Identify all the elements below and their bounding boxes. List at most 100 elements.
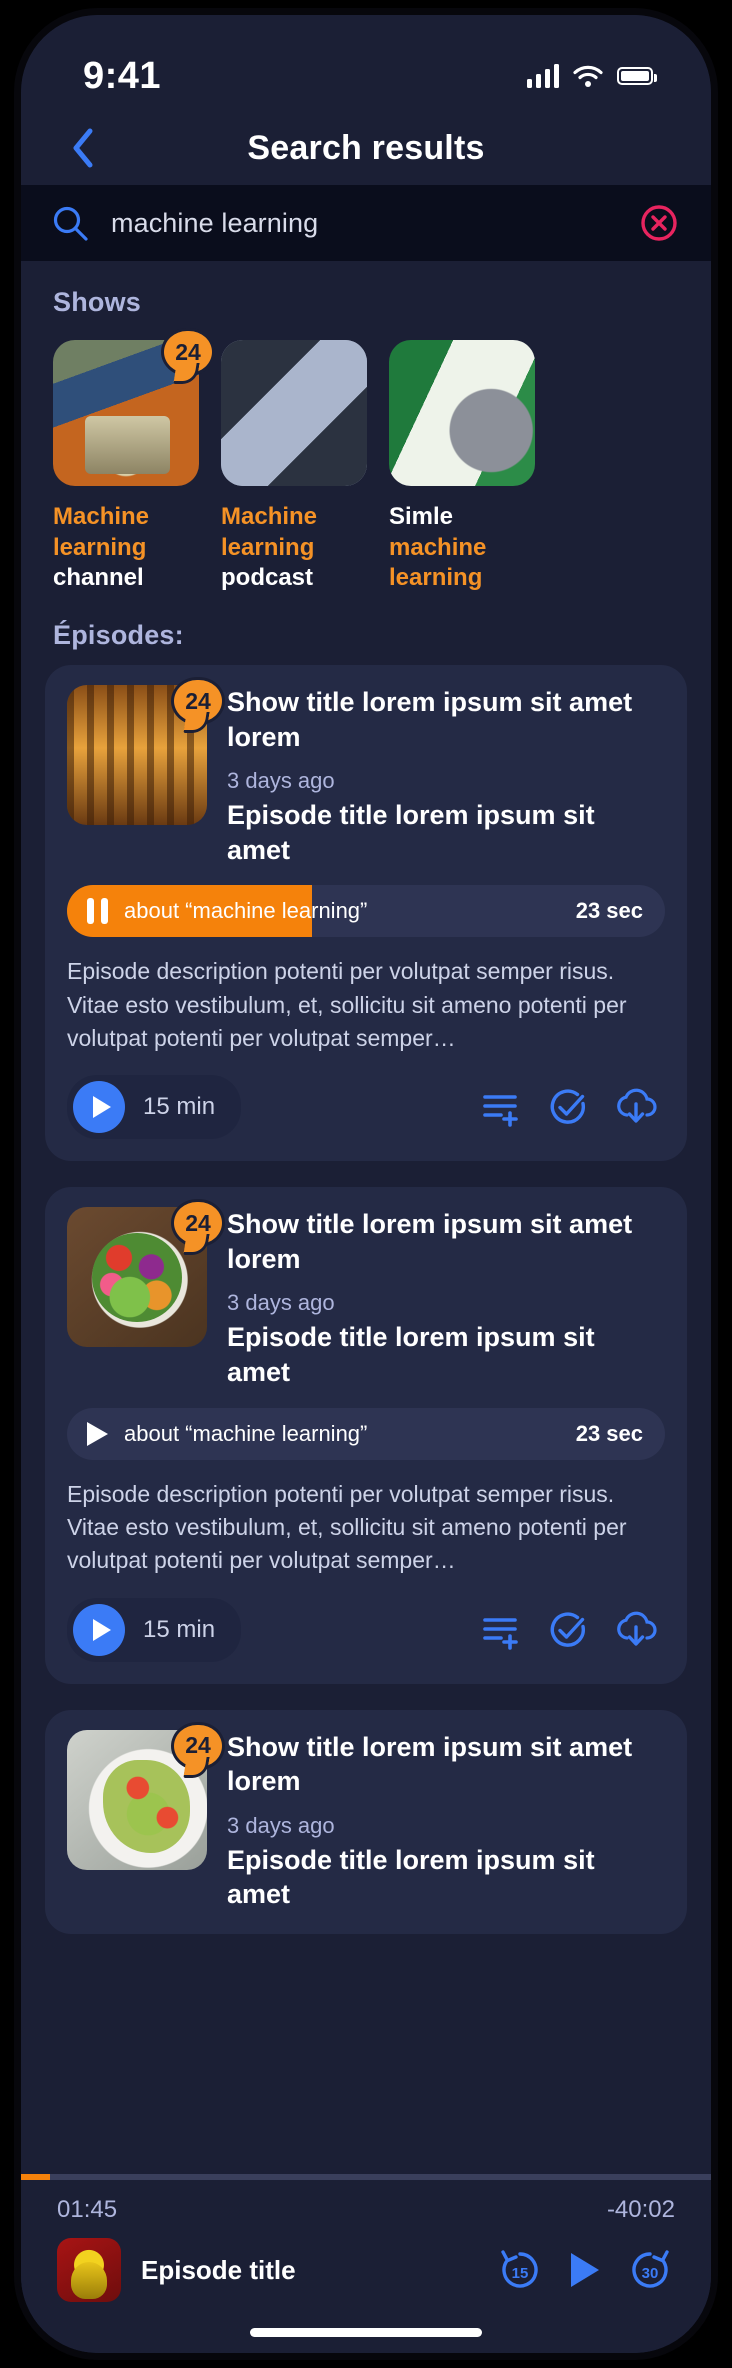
clip-progress-bar[interactable]: about “machine learning” 23 sec [67,885,665,938]
show-artwork [221,340,367,486]
play-icon[interactable] [87,1421,108,1446]
artwork-image [389,340,535,486]
clear-circle-icon[interactable] [639,203,679,243]
player-elapsed: 01:45 [57,2196,118,2223]
show-title-rest: podcast [221,564,314,592]
show-card[interactable]: Simle machine learning [389,340,535,594]
episode-actions: 15 min [67,1075,665,1140]
clip-content: about “machine learning” 23 sec [67,898,665,925]
show-card[interactable]: Machine learning podcast [221,340,367,594]
status-clock: 9:41 [83,54,162,97]
episode-count-badge: 24 [161,328,215,376]
show-title: Simle machine learning [389,502,535,594]
badge-count: 24 [185,1209,211,1236]
play-icon [73,1603,125,1656]
episode-action-icons [479,1086,665,1128]
episode-date: 3 days ago [227,1290,335,1316]
search-input[interactable]: machine learning [111,208,617,239]
episode-card[interactable]: 24 Show title lorem ipsum sit amet lorem… [45,1709,687,1934]
show-title: Machine learning channel [53,502,199,594]
mark-as-played-icon[interactable] [547,1086,589,1128]
episode-title: Episode title lorem ipsum sit amet [227,800,595,865]
show-artwork [389,340,535,486]
clip-content: about “machine learning” 23 sec [67,1421,665,1447]
episode-header: 24 Show title lorem ipsum sit amet lorem… [67,1199,665,1389]
episode-header: 24 Show title lorem ipsum sit amet lorem… [67,1721,665,1912]
add-to-queue-icon[interactable] [479,1609,521,1651]
episode-header: 24 Show title lorem ipsum sit amet lorem… [67,677,665,867]
player-episode-title: Episode title [141,2254,296,2285]
play-duration: 15 min [143,1093,216,1121]
player-controls-row: Episode title 15 30 [21,2224,711,2302]
rewind-15-icon[interactable]: 15 [495,2245,545,2295]
forward-seconds-label: 30 [642,2265,659,2282]
play-button[interactable]: 15 min [67,1075,242,1140]
show-title-highlight: Machine learning [221,503,318,561]
player-times: 01:45 -40:02 [21,2180,711,2224]
results-scroll-area[interactable]: Shows 24 Machine learning channel Machin… [21,261,711,2190]
player-progress-track[interactable] [21,2174,711,2180]
episode-card[interactable]: 24 Show title lorem ipsum sit amet lorem… [45,1187,687,1684]
search-bar[interactable]: machine learning [21,185,711,261]
episode-count-badge: 24 [171,1199,225,1248]
show-title-highlight: machine learning [389,533,487,592]
forward-30-icon[interactable]: 30 [625,2245,675,2295]
episode-meta: Show title lorem ipsum sit amet lorem 3 … [227,685,665,867]
episode-action-icons [479,1609,665,1651]
badge-count: 24 [185,687,211,714]
mini-player[interactable]: 01:45 -40:02 Episode title 15 30 [21,2174,711,2353]
wifi-icon [573,65,603,87]
badge-count: 24 [175,338,201,365]
badge-count: 24 [185,1732,211,1759]
player-remaining: -40:02 [606,2196,675,2223]
artwork-image [57,2238,121,2302]
episode-actions: 15 min [67,1597,665,1662]
episode-count-badge: 24 [171,1721,225,1770]
player-play-button[interactable] [571,2253,599,2287]
player-transport-controls: 15 30 [495,2245,675,2295]
clip-label: about “machine learning” [124,1420,368,1446]
cellular-signal-icon [527,64,559,88]
episode-artwork-wrapper: 24 [67,1199,225,1389]
show-card[interactable]: 24 Machine learning channel [53,328,215,594]
show-title-rest: channel [53,564,144,592]
episode-date: 3 days ago [227,1812,335,1838]
episode-count-badge: 24 [171,677,225,726]
shows-section-label: Shows [53,287,142,317]
download-icon[interactable] [615,1609,657,1651]
mark-as-played-icon[interactable] [547,1609,589,1651]
battery-icon [617,67,657,85]
clip-label: about “machine learning” [124,898,368,924]
play-button[interactable]: 15 min [67,1597,242,1662]
episode-artwork-wrapper: 24 [67,1721,225,1912]
episode-meta: Show title lorem ipsum sit amet lorem 3 … [227,1730,665,1912]
pause-icon[interactable] [87,898,108,925]
episode-description: Episode description potenti per volutpat… [67,958,627,1052]
download-icon[interactable] [615,1086,657,1128]
shows-carousel[interactable]: 24 Machine learning channel Machine lear… [21,318,711,594]
search-icon [53,206,88,241]
clip-progress-bar[interactable]: about “machine learning” 23 sec [67,1407,665,1460]
play-icon [73,1081,125,1134]
clip-duration: 23 sec [575,898,643,924]
navigation-bar: Search results [21,111,711,185]
clip-duration: 23 sec [575,1420,643,1446]
episode-meta: Show title lorem ipsum sit amet lorem 3 … [227,1207,665,1389]
home-indicator [250,2328,482,2337]
status-bar: 9:41 [21,15,711,111]
episode-description: Episode description potenti per volutpat… [67,1480,627,1574]
status-indicators [527,64,657,88]
episode-show-title: Show title lorem ipsum sit amet lorem [227,687,633,752]
episodes-section-label: Épisodes: [53,620,184,651]
player-artwork[interactable] [57,2238,121,2302]
app-screen: 9:41 Search results machine learning Sho… [21,15,711,2353]
back-button[interactable] [61,126,105,170]
chevron-left-icon [73,128,93,168]
phone-frame: 9:41 Search results machine learning Sho… [14,8,718,2360]
episode-date: 3 days ago [227,768,335,794]
show-title: Machine learning podcast [221,502,367,594]
add-to-queue-icon[interactable] [479,1086,521,1128]
show-title-highlight: Machine learning [53,503,150,561]
episode-card[interactable]: 24 Show title lorem ipsum sit amet lorem… [45,665,687,1162]
episode-title: Episode title lorem ipsum sit amet [227,1322,595,1388]
